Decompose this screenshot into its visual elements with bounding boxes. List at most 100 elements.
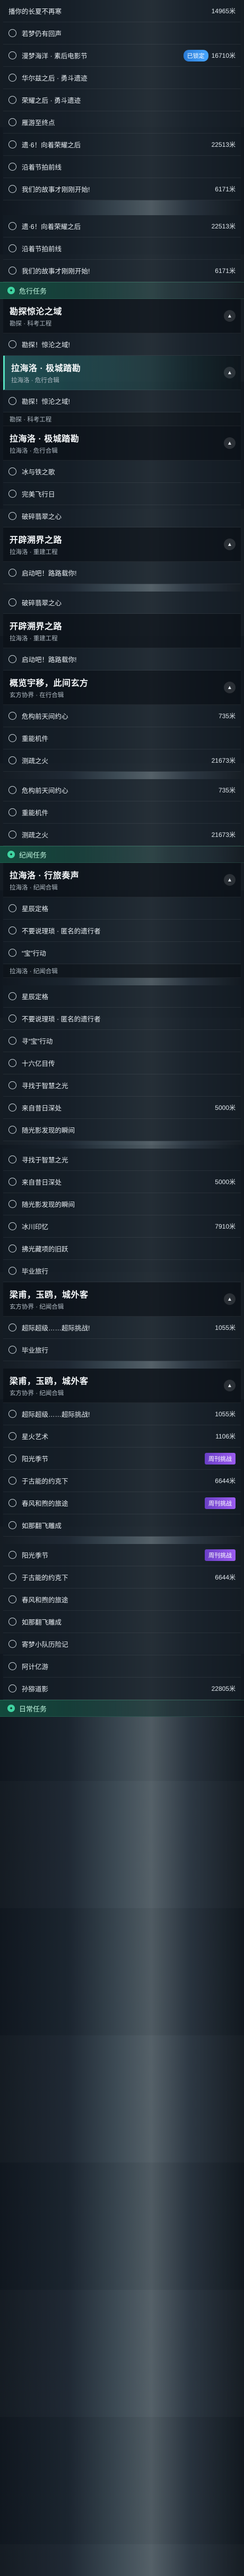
chapter-header[interactable]: 开辟溯界之路 拉海洛 · 重建工程 ▲ (3, 527, 241, 562)
quest-check-icon[interactable] (8, 118, 16, 126)
quest-check-icon[interactable] (8, 490, 16, 498)
quest-check-icon[interactable] (8, 467, 16, 475)
quest-row[interactable]: 勘探！惊沦之域! (3, 333, 241, 356)
quest-check-icon[interactable] (8, 904, 16, 912)
quest-check-icon[interactable] (8, 1014, 16, 1022)
quest-check-icon[interactable] (8, 598, 16, 606)
quest-row[interactable]: 冰川印忆 7910米 (3, 1215, 241, 1238)
quest-check-icon[interactable] (8, 1037, 16, 1045)
quest-row[interactable]: 破碎翡翠之心 (3, 505, 241, 527)
quest-row[interactable]: 华尔兹之后 · 勇斗遗迹 (3, 67, 241, 89)
quest-row[interactable]: 雁游至终点 (3, 111, 241, 134)
quest-row[interactable]: 于古能的约克下 6644米 (3, 1470, 241, 1492)
quest-row[interactable]: 如那翻飞雕成 (3, 1611, 241, 1633)
quest-check-icon[interactable] (8, 51, 16, 59)
quest-check-icon[interactable] (8, 185, 16, 193)
quest-row[interactable]: 阳光季节 周刊挑战 (3, 1448, 241, 1470)
quest-row[interactable]: 漫梦海洋 · 素后电影节 已锁定 16710米 (3, 45, 241, 67)
quest-check-icon[interactable] (8, 1454, 16, 1462)
quest-row[interactable]: 拂光藏项的旧跃 (3, 1238, 241, 1260)
quest-check-icon[interactable] (8, 569, 16, 577)
quest-row[interactable]: 危构前天间约心 735米 (3, 779, 241, 801)
quest-check-icon[interactable] (8, 1324, 16, 1331)
quest-check-icon[interactable] (8, 1551, 16, 1559)
quest-row[interactable]: 沿着节拍前线 (3, 156, 241, 178)
quest-row[interactable]: 星辰定格 (3, 985, 241, 1008)
quest-row[interactable]: 来自昔日深处 5000米 (3, 1171, 241, 1193)
quest-row[interactable]: 随光影发现的瞬间 (3, 1119, 241, 1141)
quest-row[interactable]: 寻找于智慧之光 (3, 1074, 241, 1097)
quest-row[interactable]: 随光影发现的瞬间 (3, 1193, 241, 1215)
collapse-chevron-icon[interactable]: ▲ (224, 874, 236, 886)
quest-row[interactable]: 荣耀之后 · 勇斗遗迹 (3, 89, 241, 111)
quest-check-icon[interactable] (8, 1081, 16, 1089)
quest-row[interactable]: 重能机件 (3, 727, 241, 749)
quest-row[interactable]: 勘探！惊沦之域! (3, 390, 241, 412)
quest-row[interactable]: 冰与铁之歌 (3, 461, 241, 483)
quest-check-icon[interactable] (8, 1684, 16, 1692)
collapse-chevron-icon[interactable]: ▲ (224, 437, 236, 449)
quest-check-icon[interactable] (8, 756, 16, 764)
quest-row[interactable]: 来自昔日深处 5000米 (3, 1097, 241, 1119)
quest-check-icon[interactable] (8, 1477, 16, 1485)
section-header[interactable]: ✦ 纪闻任务 (0, 846, 244, 863)
quest-check-icon[interactable] (8, 1521, 16, 1529)
chapter-header[interactable]: 拉海洛 · 行旅奏声 拉海洛 · 纪闻合辑 ▲ (3, 863, 241, 897)
quest-row[interactable]: 播你的长夏不再寒 14965米 (3, 0, 241, 22)
quest-row[interactable]: 星辰定格 (3, 897, 241, 920)
quest-check-icon[interactable] (8, 340, 16, 348)
quest-row[interactable]: 启动吧！路路载你! (3, 648, 241, 671)
quest-row[interactable]: 阿计亿游 (3, 1655, 241, 1678)
quest-check-icon[interactable] (8, 1178, 16, 1186)
quest-check-icon[interactable] (8, 1618, 16, 1626)
quest-check-icon[interactable] (8, 96, 16, 104)
quest-row[interactable]: 寄梦小队历险记 (3, 1633, 241, 1655)
quest-row[interactable]: 孙猕道影 22805米 (3, 1678, 241, 1700)
quest-row[interactable]: 毕业旅行 (3, 1339, 241, 1361)
quest-check-icon[interactable] (8, 1267, 16, 1275)
collapse-chevron-icon[interactable]: ▲ (224, 682, 236, 693)
collapse-chevron-icon[interactable]: ▲ (224, 1380, 236, 1391)
quest-row[interactable]: 十六亿目传 (3, 1052, 241, 1074)
quest-check-icon[interactable] (8, 1222, 16, 1230)
quest-check-icon[interactable] (8, 949, 16, 957)
collapse-chevron-icon[interactable]: ▲ (224, 1293, 236, 1305)
quest-check-icon[interactable] (8, 1104, 16, 1111)
quest-row[interactable]: 超际超级……超际挑战! 1055米 (3, 1317, 241, 1339)
quest-row[interactable]: 不要说理琐 · 匿名的遗行者 (3, 1008, 241, 1030)
quest-row[interactable]: 测疏之火 21673米 (3, 749, 241, 772)
quest-check-icon[interactable] (8, 140, 16, 148)
quest-row[interactable]: 完美飞行日 (3, 483, 241, 505)
quest-check-icon[interactable] (8, 1662, 16, 1670)
quest-check-icon[interactable] (8, 786, 16, 794)
quest-row[interactable]: 我们的故事才刚刚开始! 6171米 (3, 178, 241, 200)
quest-check-icon[interactable] (8, 267, 16, 275)
quest-check-icon[interactable] (8, 1346, 16, 1354)
chapter-header[interactable]: 梁甫，玉鸥，城外客 玄方协界 · 纪闻合辑 ▲ (3, 1369, 241, 1403)
quest-check-icon[interactable] (8, 1059, 16, 1067)
quest-check-icon[interactable] (8, 74, 16, 82)
quest-row[interactable]: 阳光季节 周刊挑战 (3, 1544, 241, 1566)
quest-row[interactable]: 寻找于智慧之光 (3, 1149, 241, 1171)
quest-check-icon[interactable] (8, 1155, 16, 1163)
quest-check-icon[interactable] (8, 1245, 16, 1252)
chapter-header[interactable]: 勘探惊沦之域 勘探 · 科考工程 ▲ (3, 299, 241, 333)
quest-row[interactable]: “宝”行动 (3, 942, 241, 964)
chapter-header[interactable]: 拉海洛 · 极城踏勘 拉海洛 · 危行合辑 ▲ (3, 426, 241, 461)
quest-check-icon[interactable] (8, 163, 16, 171)
quest-check-icon[interactable] (8, 712, 16, 720)
quest-check-icon[interactable] (8, 1595, 16, 1603)
collapse-chevron-icon[interactable]: ▲ (224, 310, 236, 322)
quest-row[interactable]: 危构前天间约心 735米 (3, 705, 241, 727)
quest-row[interactable]: 于古能的约克下 6644米 (3, 1566, 241, 1589)
quest-check-icon[interactable] (8, 222, 16, 230)
quest-row[interactable]: 如那翻飞雕成 (3, 1514, 241, 1537)
quest-row[interactable]: 遗·6！向着荣耀之后 22513米 (3, 134, 241, 156)
collapse-chevron-icon[interactable]: ▲ (224, 367, 236, 378)
quest-check-icon[interactable] (8, 244, 16, 252)
quest-row[interactable]: 破碎翡翠之心 (3, 592, 241, 614)
quest-row[interactable]: 春风和煦的旅途 周刊挑战 (3, 1492, 241, 1514)
quest-row[interactable]: 寻“宝”行动 (3, 1030, 241, 1052)
quest-check-icon[interactable] (8, 734, 16, 742)
quest-row[interactable]: 不要说理琐 · 匿名的遗行者 (3, 920, 241, 942)
